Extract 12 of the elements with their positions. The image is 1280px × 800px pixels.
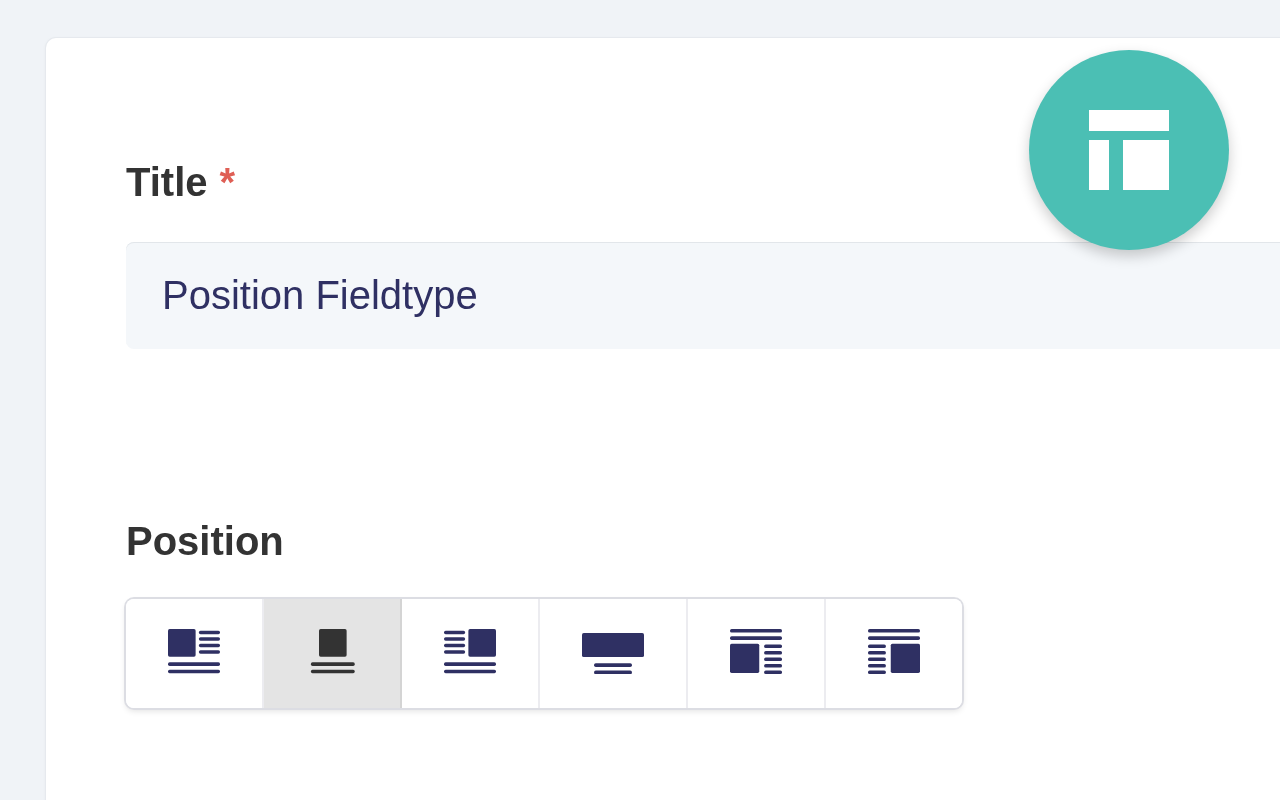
position-option[interactable] [402,599,540,708]
required-mark: * [219,162,236,202]
position-option[interactable] [264,599,402,708]
position-option[interactable] [826,599,962,708]
wide-image-icon [582,632,644,675]
title-label: Title [126,162,208,202]
position-option[interactable] [688,599,826,708]
layout-icon [1089,110,1169,190]
position-option[interactable] [126,599,264,708]
position-option[interactable] [540,599,688,708]
title-input[interactable]: Position Fieldtype [126,242,1280,349]
position-label: Position [126,521,284,561]
